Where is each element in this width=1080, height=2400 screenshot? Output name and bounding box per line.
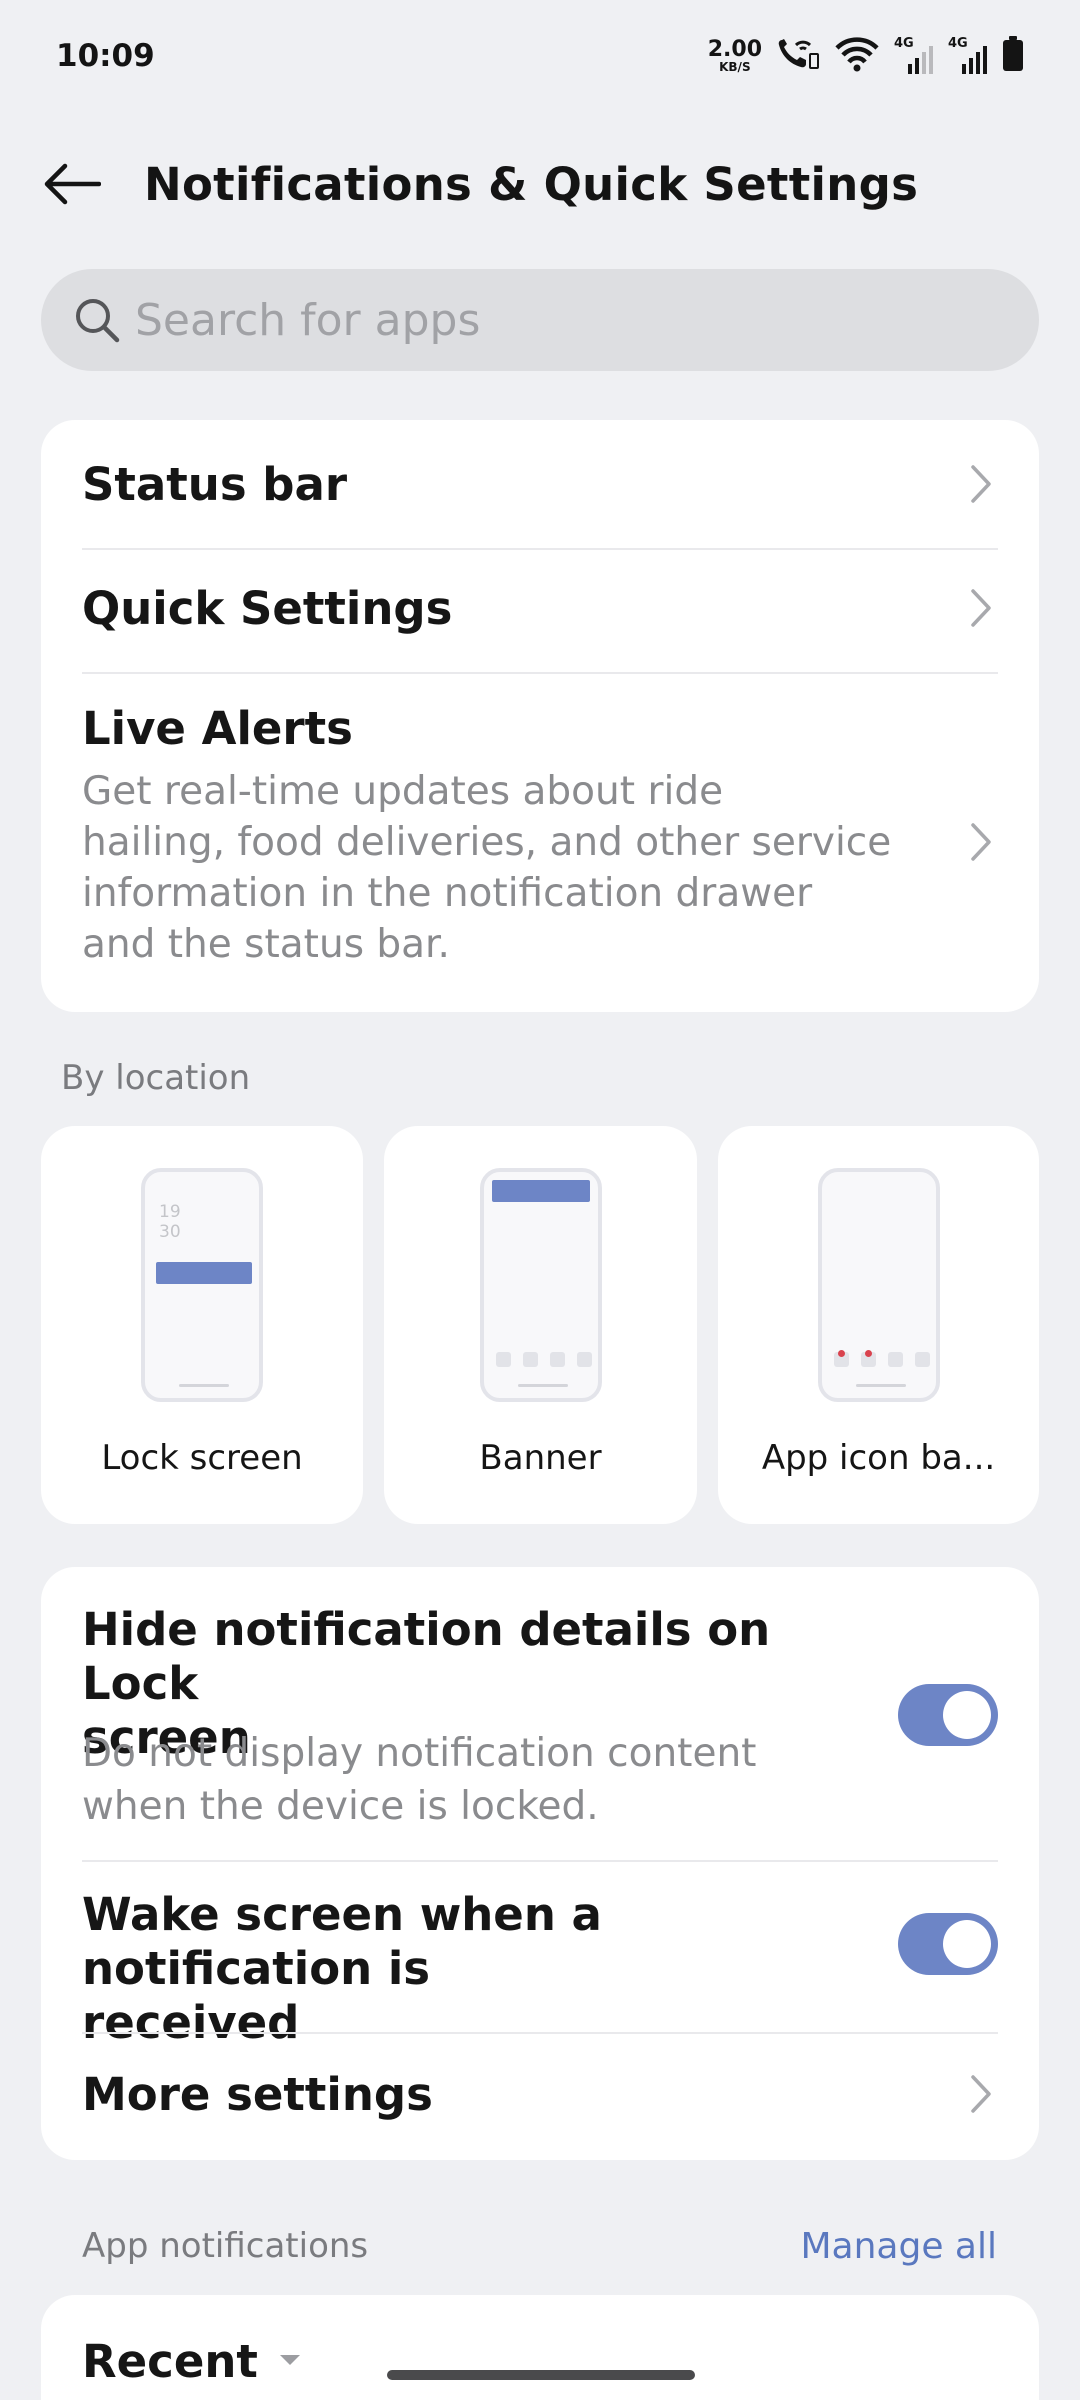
description-line: when the device is locked. xyxy=(82,1784,599,1829)
hide-details-row[interactable]: Hide notification details on Lock screen… xyxy=(82,1567,998,1860)
back-arrow-icon xyxy=(43,162,102,210)
banner-label: Banner xyxy=(479,1438,602,1478)
notification-bar xyxy=(156,1262,252,1284)
lock-screen-label: Lock screen xyxy=(101,1438,303,1478)
live-alerts-description: Get real-time updates about ride hailing… xyxy=(82,766,962,970)
page-title: Notifications & Quick Settings xyxy=(144,158,919,211)
lock-time-minute: 30 xyxy=(159,1222,181,1242)
network-speed: 2.00 KB/S xyxy=(707,37,762,74)
lock-time-hour: 19 xyxy=(159,1202,181,1222)
wifi-call-icon xyxy=(776,36,820,76)
search-input[interactable] xyxy=(135,294,935,346)
status-time: 10:09 xyxy=(56,38,155,74)
recent-filter-dropdown[interactable]: Recent xyxy=(82,2335,302,2388)
description-line: information in the notification drawer xyxy=(82,871,813,916)
lock-screen-card[interactable]: 19 30 Lock screen xyxy=(41,1126,363,1524)
description-line: Get real-time updates about ride xyxy=(82,769,724,814)
wake-screen-toggle[interactable] xyxy=(898,1913,998,1975)
app-icon-badges-card[interactable]: App icon ba... xyxy=(718,1126,1039,1524)
description-line: and the status bar. xyxy=(82,922,450,967)
status-bar: 10:09 2.00 KB/S 4G 4G xyxy=(0,0,1080,110)
search-bar[interactable] xyxy=(41,269,1039,371)
wake-screen-row[interactable]: Wake screen when a notification is recei… xyxy=(82,1862,998,2049)
home-bar xyxy=(517,1384,568,1387)
chevron-right-icon xyxy=(964,462,998,506)
network-speed-value: 2.00 xyxy=(707,37,762,62)
home-bar xyxy=(855,1384,906,1387)
search-icon xyxy=(71,294,123,346)
header: Notifications & Quick Settings xyxy=(0,140,1080,232)
app-notifications-card: Recent xyxy=(41,2295,1039,2400)
app-notifications-label: App notifications xyxy=(82,2226,369,2266)
dock-icons xyxy=(495,1352,592,1367)
chevron-right-icon xyxy=(964,2072,998,2116)
chevron-right-icon xyxy=(964,586,998,630)
wifi-icon xyxy=(834,36,880,76)
signal-icon: 4G xyxy=(948,36,988,74)
quick-settings-row[interactable]: Quick Settings xyxy=(82,550,998,672)
app-icon-badges-label: App icon ba... xyxy=(761,1438,996,1478)
dock-icons xyxy=(833,1350,930,1367)
more-settings-label: More settings xyxy=(82,2068,433,2121)
toggle-knob xyxy=(943,1691,991,1739)
home-bar xyxy=(179,1384,229,1387)
lock-screen-illustration: 19 30 xyxy=(141,1168,263,1402)
more-settings-row[interactable]: More settings xyxy=(82,2034,998,2160)
caret-down-icon xyxy=(278,2352,302,2371)
toggle-knob xyxy=(943,1920,991,1968)
network-speed-unit: KB/S xyxy=(719,60,751,74)
battery-icon xyxy=(1002,36,1024,76)
banner-bar xyxy=(491,1180,590,1202)
general-settings-card: Status bar Quick Settings Live Alerts Ge… xyxy=(41,420,1039,1012)
quick-settings-label: Quick Settings xyxy=(82,582,453,635)
live-alerts-row[interactable]: Live Alerts Get real-time updates about … xyxy=(82,674,998,1012)
banner-illustration xyxy=(479,1168,602,1402)
home-indicator[interactable] xyxy=(387,2370,695,2380)
hide-details-description: Do not display notification content when… xyxy=(82,1727,902,1833)
recent-filter-label: Recent xyxy=(82,2335,258,2388)
back-button[interactable] xyxy=(36,156,108,216)
lock-screen-settings-card: Hide notification details on Lock screen… xyxy=(41,1567,1039,2160)
chevron-right-icon xyxy=(964,820,998,864)
signal-icon: 4G xyxy=(894,36,934,74)
hide-details-toggle[interactable] xyxy=(898,1684,998,1746)
wake-screen-title: Wake screen when a notification is recei… xyxy=(82,1888,902,2050)
banner-card[interactable]: Banner xyxy=(384,1126,697,1524)
app-icon-badges-illustration xyxy=(817,1168,940,1402)
status-bar-label: Status bar xyxy=(82,458,348,511)
status-icons: 2.00 KB/S 4G 4G xyxy=(708,36,1024,76)
live-alerts-label: Live Alerts xyxy=(82,702,353,755)
title-line: Hide notification details on Lock xyxy=(82,1603,771,1710)
description-line: Do not display notification content xyxy=(82,1731,757,1776)
manage-all-link[interactable]: Manage all xyxy=(800,2226,997,2267)
by-location-label: By location xyxy=(61,1058,251,1098)
status-bar-row[interactable]: Status bar xyxy=(82,420,998,548)
title-line: Wake screen when a notification is xyxy=(82,1888,602,1995)
description-line: hailing, food deliveries, and other serv… xyxy=(82,820,892,865)
